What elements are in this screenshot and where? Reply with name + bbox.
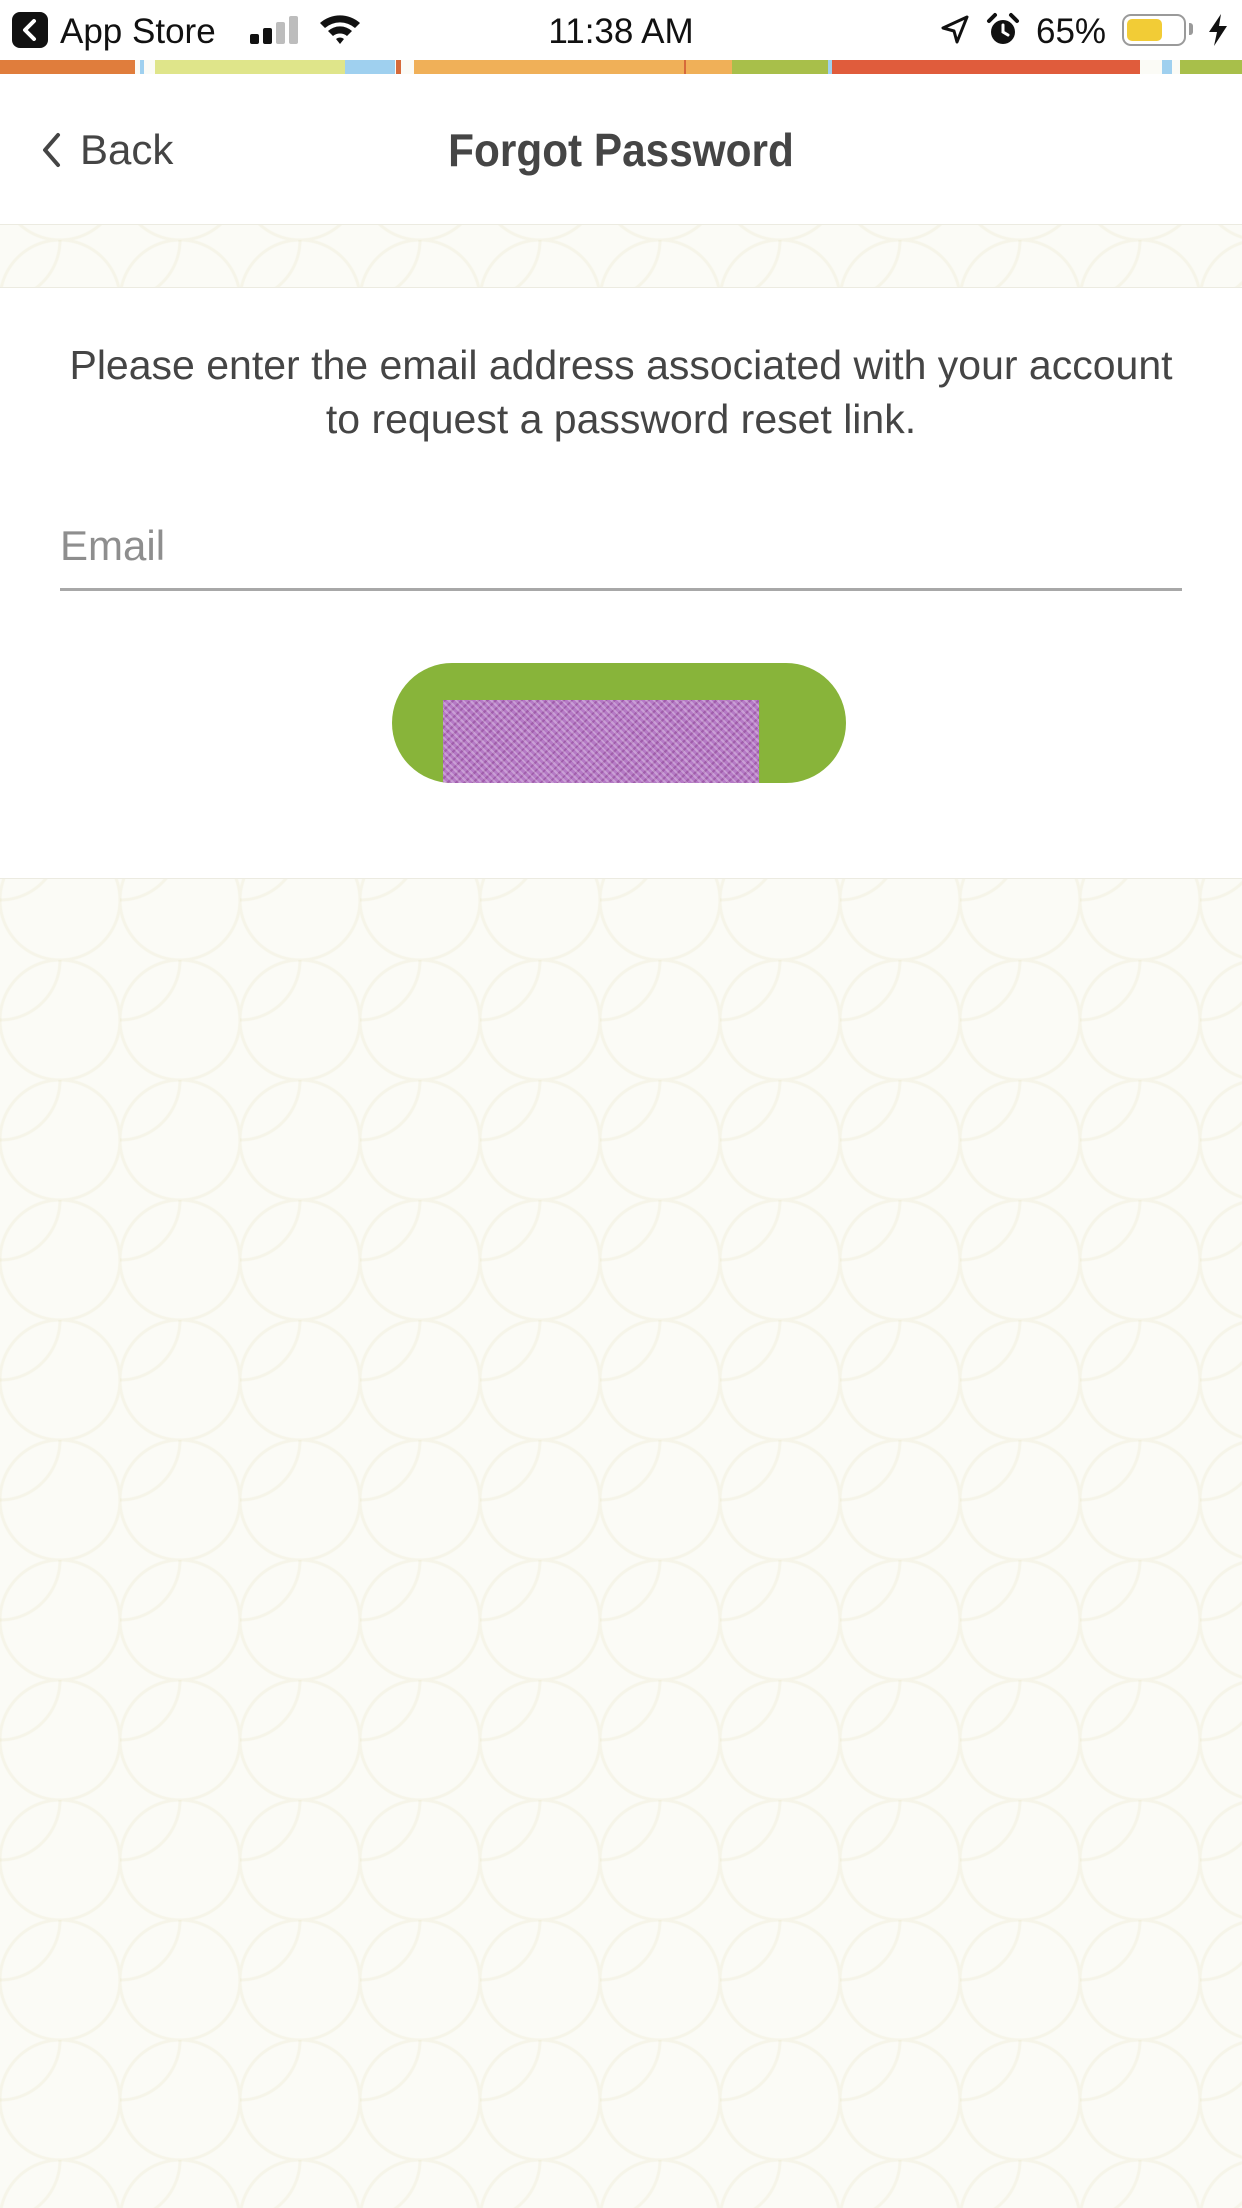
redacted-label bbox=[443, 700, 759, 783]
alarm-icon bbox=[987, 13, 1019, 44]
battery-tip bbox=[1189, 23, 1193, 35]
submit-button[interactable] bbox=[392, 663, 846, 783]
page-title: Forgot Password bbox=[448, 124, 794, 176]
status-bar: App Store 11:38 AM 65% bbox=[0, 0, 1242, 60]
forgot-password-form: Please enter the email address associate… bbox=[0, 287, 1242, 879]
decorative-color-stripe bbox=[0, 60, 1242, 74]
battery-icon bbox=[1122, 14, 1186, 46]
location-icon bbox=[941, 15, 969, 44]
email-input[interactable] bbox=[60, 508, 1182, 584]
charging-icon bbox=[1209, 14, 1227, 46]
email-field[interactable] bbox=[60, 508, 1182, 591]
battery-fill bbox=[1127, 19, 1163, 41]
instructions-text: Please enter the email address associate… bbox=[69, 342, 1173, 442]
nav-bar: Back Forgot Password bbox=[0, 74, 1242, 225]
battery-percent: 65% bbox=[1036, 12, 1107, 51]
